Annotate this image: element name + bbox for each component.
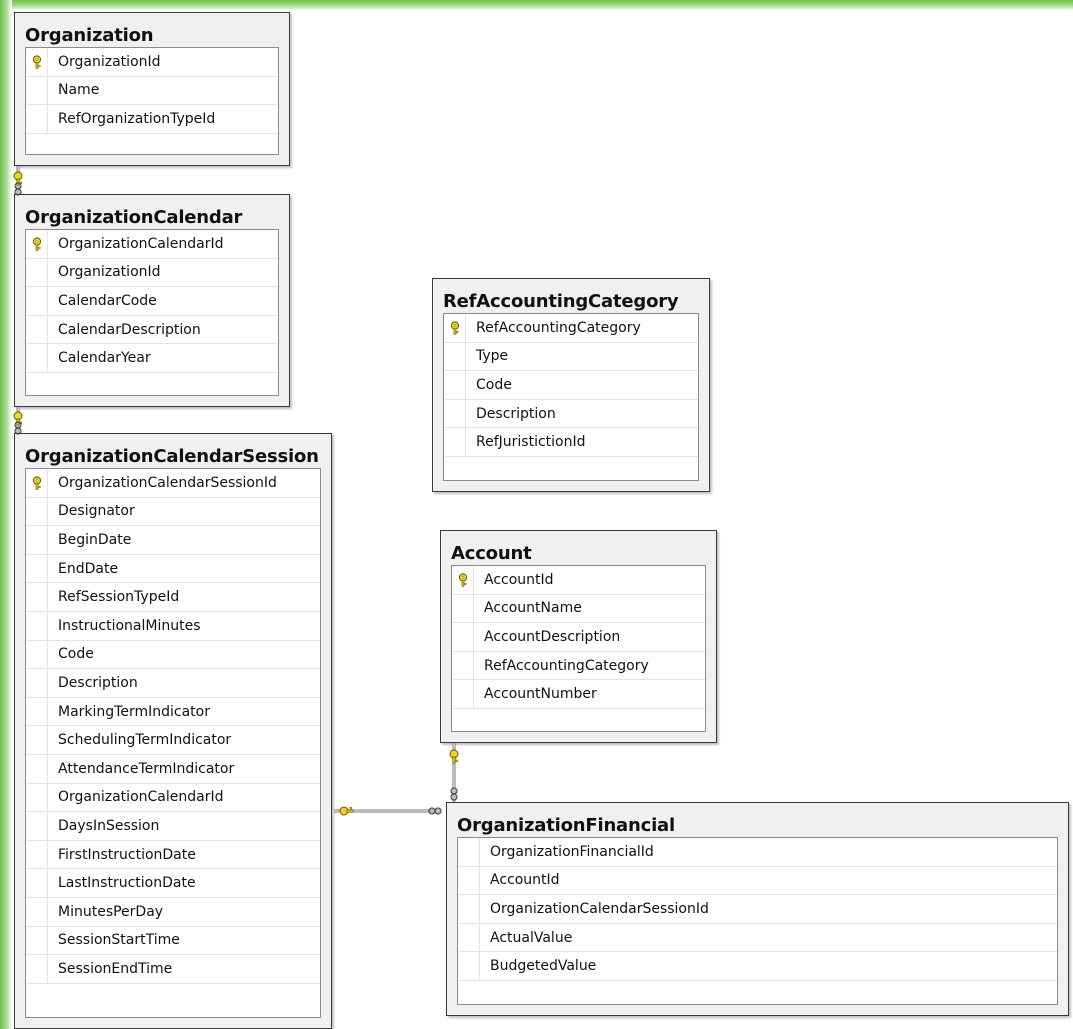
diagram-canvas: Organization OrganizationId Name RefOrgani… <box>0 0 1073 1029</box>
relationship-calendar-session[interactable] <box>13 407 23 435</box>
relationship-lines <box>13 166 459 816</box>
key-icon <box>339 806 354 816</box>
relationship-organization-calendar[interactable] <box>13 166 23 196</box>
relationship-session-financial[interactable] <box>334 806 442 816</box>
key-icon <box>449 749 459 764</box>
relationship-account-financial[interactable] <box>449 743 459 802</box>
